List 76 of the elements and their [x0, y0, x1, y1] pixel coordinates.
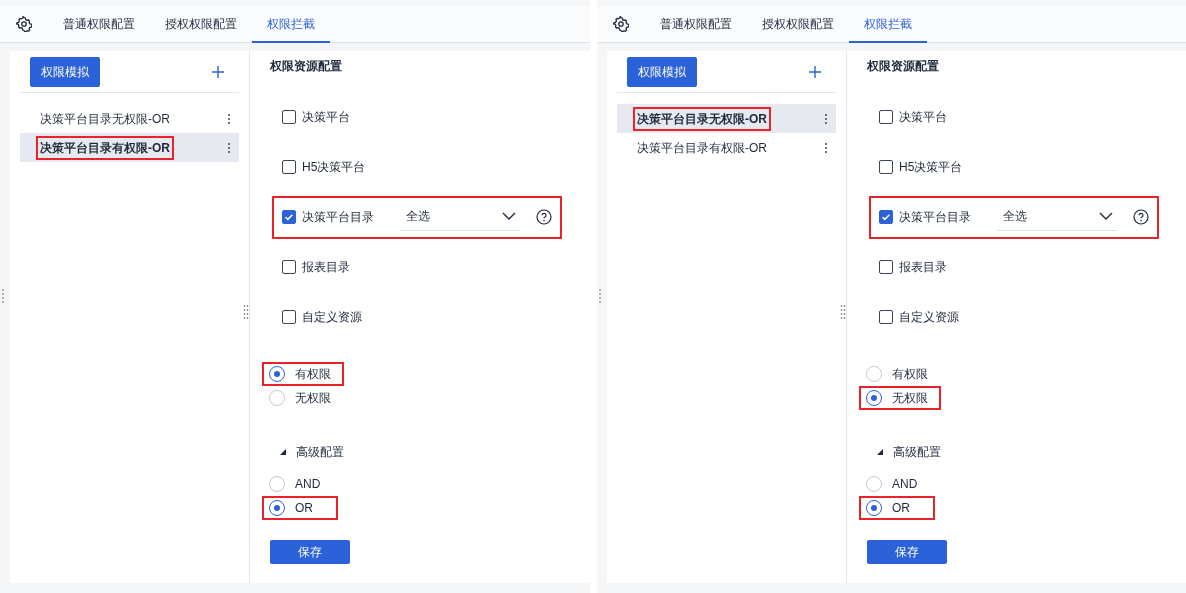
- save-button[interactable]: 保存: [867, 540, 947, 564]
- item-label: 决策平台目录无权限-OR: [637, 111, 767, 126]
- drag-handle-icon[interactable]: [840, 305, 846, 319]
- checkbox-label: 决策平台: [899, 109, 947, 126]
- radio-label: OR: [892, 500, 910, 517]
- radio-label: 有权限: [295, 366, 331, 383]
- sidebar-item[interactable]: 决策平台目录有权限-OR: [617, 133, 836, 162]
- add-icon[interactable]: [211, 65, 225, 79]
- checkbox-label: 决策平台: [302, 109, 350, 126]
- checkbox[interactable]: [879, 110, 893, 124]
- save-button[interactable]: 保存: [270, 540, 350, 564]
- simulate-button[interactable]: 权限模拟: [627, 57, 697, 87]
- collapse-arrow-icon[interactable]: [280, 449, 286, 455]
- checkbox[interactable]: [879, 260, 893, 274]
- tab[interactable]: 授权权限配置: [150, 6, 252, 43]
- radio-button[interactable]: [866, 390, 882, 406]
- tab[interactable]: 普通权限配置: [48, 6, 150, 43]
- tab[interactable]: 权限拦截: [252, 6, 330, 43]
- dropdown[interactable]: 全选: [997, 203, 1117, 231]
- settings-icon[interactable]: [613, 16, 629, 32]
- tab[interactable]: 授权权限配置: [747, 6, 849, 43]
- more-icon[interactable]: [824, 141, 828, 154]
- checkbox[interactable]: [282, 110, 296, 124]
- checkbox-label: 决策平台目录: [302, 209, 374, 226]
- help-icon[interactable]: [536, 209, 552, 225]
- checkbox-label: H5决策平台: [302, 159, 366, 176]
- dropdown[interactable]: 全选: [400, 203, 520, 231]
- more-icon[interactable]: [227, 141, 231, 154]
- section-title: 权限资源配置: [270, 58, 343, 75]
- checkbox[interactable]: [879, 310, 893, 324]
- radio-button[interactable]: [269, 366, 285, 382]
- checkbox-label: H5决策平台: [899, 159, 963, 176]
- collapse-arrow-icon[interactable]: [877, 449, 883, 455]
- add-icon[interactable]: [808, 65, 822, 79]
- section-toggle-label[interactable]: 高级配置: [893, 443, 941, 461]
- radio-label: 无权限: [295, 390, 331, 407]
- chevron-down-icon: [1099, 211, 1113, 220]
- help-icon[interactable]: [1133, 209, 1149, 225]
- chevron-down-icon: [502, 211, 516, 220]
- more-icon[interactable]: [227, 112, 231, 125]
- checkbox-label: 报表目录: [899, 259, 947, 276]
- item-label: 决策平台目录有权限-OR: [637, 140, 767, 155]
- checkbox[interactable]: [879, 210, 893, 224]
- checkbox[interactable]: [282, 160, 296, 174]
- item-label: 决策平台目录无权限-OR: [40, 111, 170, 126]
- checkbox-label: 自定义资源: [899, 309, 959, 326]
- tab[interactable]: 普通权限配置: [645, 6, 747, 43]
- tab[interactable]: 权限拦截: [849, 6, 927, 43]
- drag-handle-icon[interactable]: [2, 289, 4, 303]
- sidebar-item[interactable]: 决策平台目录无权限-OR: [20, 104, 239, 133]
- radio-button[interactable]: [866, 500, 882, 516]
- settings-icon[interactable]: [16, 16, 32, 32]
- checkbox[interactable]: [282, 210, 296, 224]
- radio-label: AND: [892, 476, 918, 493]
- checkbox[interactable]: [282, 260, 296, 274]
- more-icon[interactable]: [824, 112, 828, 125]
- radio-button[interactable]: [269, 500, 285, 516]
- checkbox[interactable]: [879, 160, 893, 174]
- dropdown-value: 全选: [406, 207, 430, 225]
- checkbox[interactable]: [282, 310, 296, 324]
- radio-label: 有权限: [892, 366, 928, 383]
- radio-label: OR: [295, 500, 313, 517]
- section-title: 权限资源配置: [867, 58, 940, 75]
- sidebar-item[interactable]: 决策平台目录有权限-OR: [20, 133, 239, 162]
- simulate-button[interactable]: 权限模拟: [30, 57, 100, 87]
- drag-handle-icon[interactable]: [599, 289, 601, 303]
- checkbox-label: 自定义资源: [302, 309, 362, 326]
- checkbox-label: 报表目录: [302, 259, 350, 276]
- checkbox-label: 决策平台目录: [899, 209, 971, 226]
- section-toggle-label[interactable]: 高级配置: [296, 443, 344, 461]
- radio-label: AND: [295, 476, 321, 493]
- sidebar-item[interactable]: 决策平台目录无权限-OR: [617, 104, 836, 133]
- drag-handle-icon[interactable]: [243, 305, 249, 319]
- dropdown-value: 全选: [1003, 207, 1027, 225]
- item-label: 决策平台目录有权限-OR: [40, 140, 170, 155]
- radio-label: 无权限: [892, 390, 928, 407]
